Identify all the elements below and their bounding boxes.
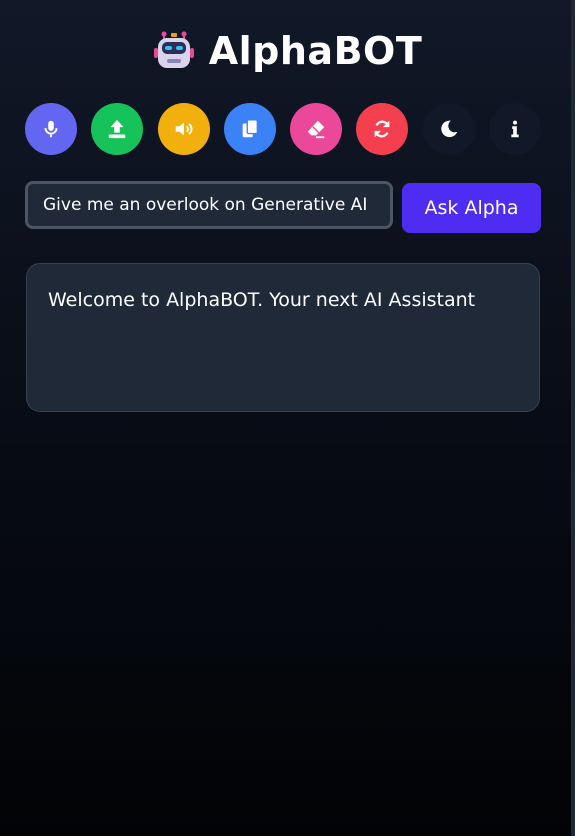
response-box: Welcome to AlphaBOT. Your next AI Assist… [26, 263, 540, 412]
dark-mode-button[interactable] [422, 103, 475, 155]
copy-button[interactable] [223, 103, 276, 155]
toolbar [25, 103, 541, 155]
info-icon [511, 120, 519, 138]
upload-button[interactable] [91, 103, 144, 155]
erase-button[interactable] [290, 103, 343, 155]
microphone-icon [44, 120, 58, 138]
info-button[interactable] [488, 103, 541, 155]
eraser-icon [307, 120, 325, 139]
speaker-button[interactable] [157, 103, 210, 155]
app-header: AlphaBOT [0, 28, 575, 74]
ask-row: Ask Alpha [25, 181, 541, 233]
upload-icon [109, 119, 126, 139]
volume-icon [175, 122, 192, 136]
scrollbar[interactable] [571, 0, 575, 836]
query-input[interactable] [25, 181, 393, 229]
robot-icon [153, 31, 194, 68]
microphone-button[interactable] [25, 103, 77, 155]
refresh-icon [374, 120, 390, 138]
app-title: AlphaBOT [208, 29, 423, 73]
ask-alpha-button[interactable]: Ask Alpha [402, 183, 541, 233]
response-text: Welcome to AlphaBOT. Your next AI Assist… [48, 289, 476, 311]
moon-icon [440, 120, 457, 138]
refresh-button[interactable] [356, 103, 409, 155]
copy-icon [242, 119, 258, 138]
